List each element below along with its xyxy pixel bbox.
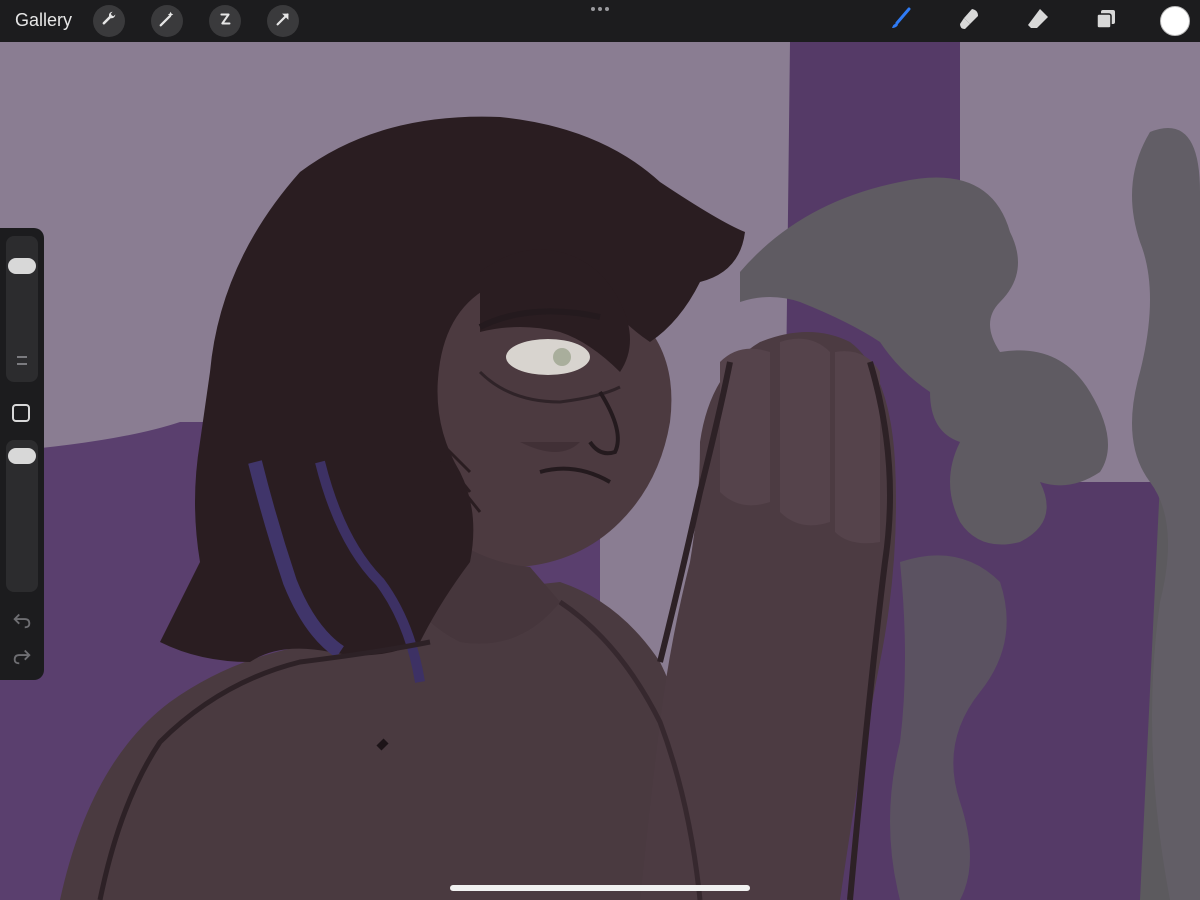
- drawing-canvas[interactable]: [0, 42, 1200, 900]
- actions-button[interactable]: [93, 5, 125, 37]
- transform-button[interactable]: [267, 5, 299, 37]
- slider-tick: [17, 363, 27, 365]
- undo-button[interactable]: [10, 610, 34, 634]
- top-toolbar: Gallery: [0, 0, 1200, 42]
- modify-button[interactable]: [12, 404, 30, 422]
- eraser-tool-button[interactable]: [1023, 6, 1053, 36]
- selection-icon: [216, 10, 234, 33]
- slider-tick: [17, 356, 27, 358]
- artwork: [0, 42, 1200, 900]
- selection-button[interactable]: [209, 5, 241, 37]
- wrench-icon: [100, 10, 118, 33]
- layers-button[interactable]: [1091, 6, 1121, 36]
- adjustments-button[interactable]: [151, 5, 183, 37]
- brush-size-thumb[interactable]: [8, 258, 36, 274]
- magic-wand-icon: [158, 10, 176, 33]
- brush-icon: [887, 6, 913, 37]
- undo-arrow-icon: [11, 609, 33, 636]
- more-dots-icon[interactable]: [588, 2, 612, 16]
- procreate-app: Gallery: [0, 0, 1200, 900]
- brush-size-slider[interactable]: [6, 236, 38, 382]
- redo-arrow-icon: [11, 645, 33, 672]
- home-indicator[interactable]: [450, 885, 750, 891]
- smudge-icon: [956, 6, 982, 37]
- eraser-icon: [1025, 6, 1051, 37]
- opacity-slider[interactable]: [6, 440, 38, 592]
- transform-arrow-icon: [274, 10, 292, 33]
- redo-button[interactable]: [10, 646, 34, 670]
- opacity-thumb[interactable]: [8, 448, 36, 464]
- smudge-tool-button[interactable]: [954, 6, 984, 36]
- brush-tool-button[interactable]: [885, 6, 915, 36]
- layers-icon: [1093, 6, 1119, 37]
- left-sidebar: [0, 228, 44, 680]
- gallery-button[interactable]: Gallery: [15, 10, 72, 31]
- color-picker-button[interactable]: [1160, 6, 1190, 36]
